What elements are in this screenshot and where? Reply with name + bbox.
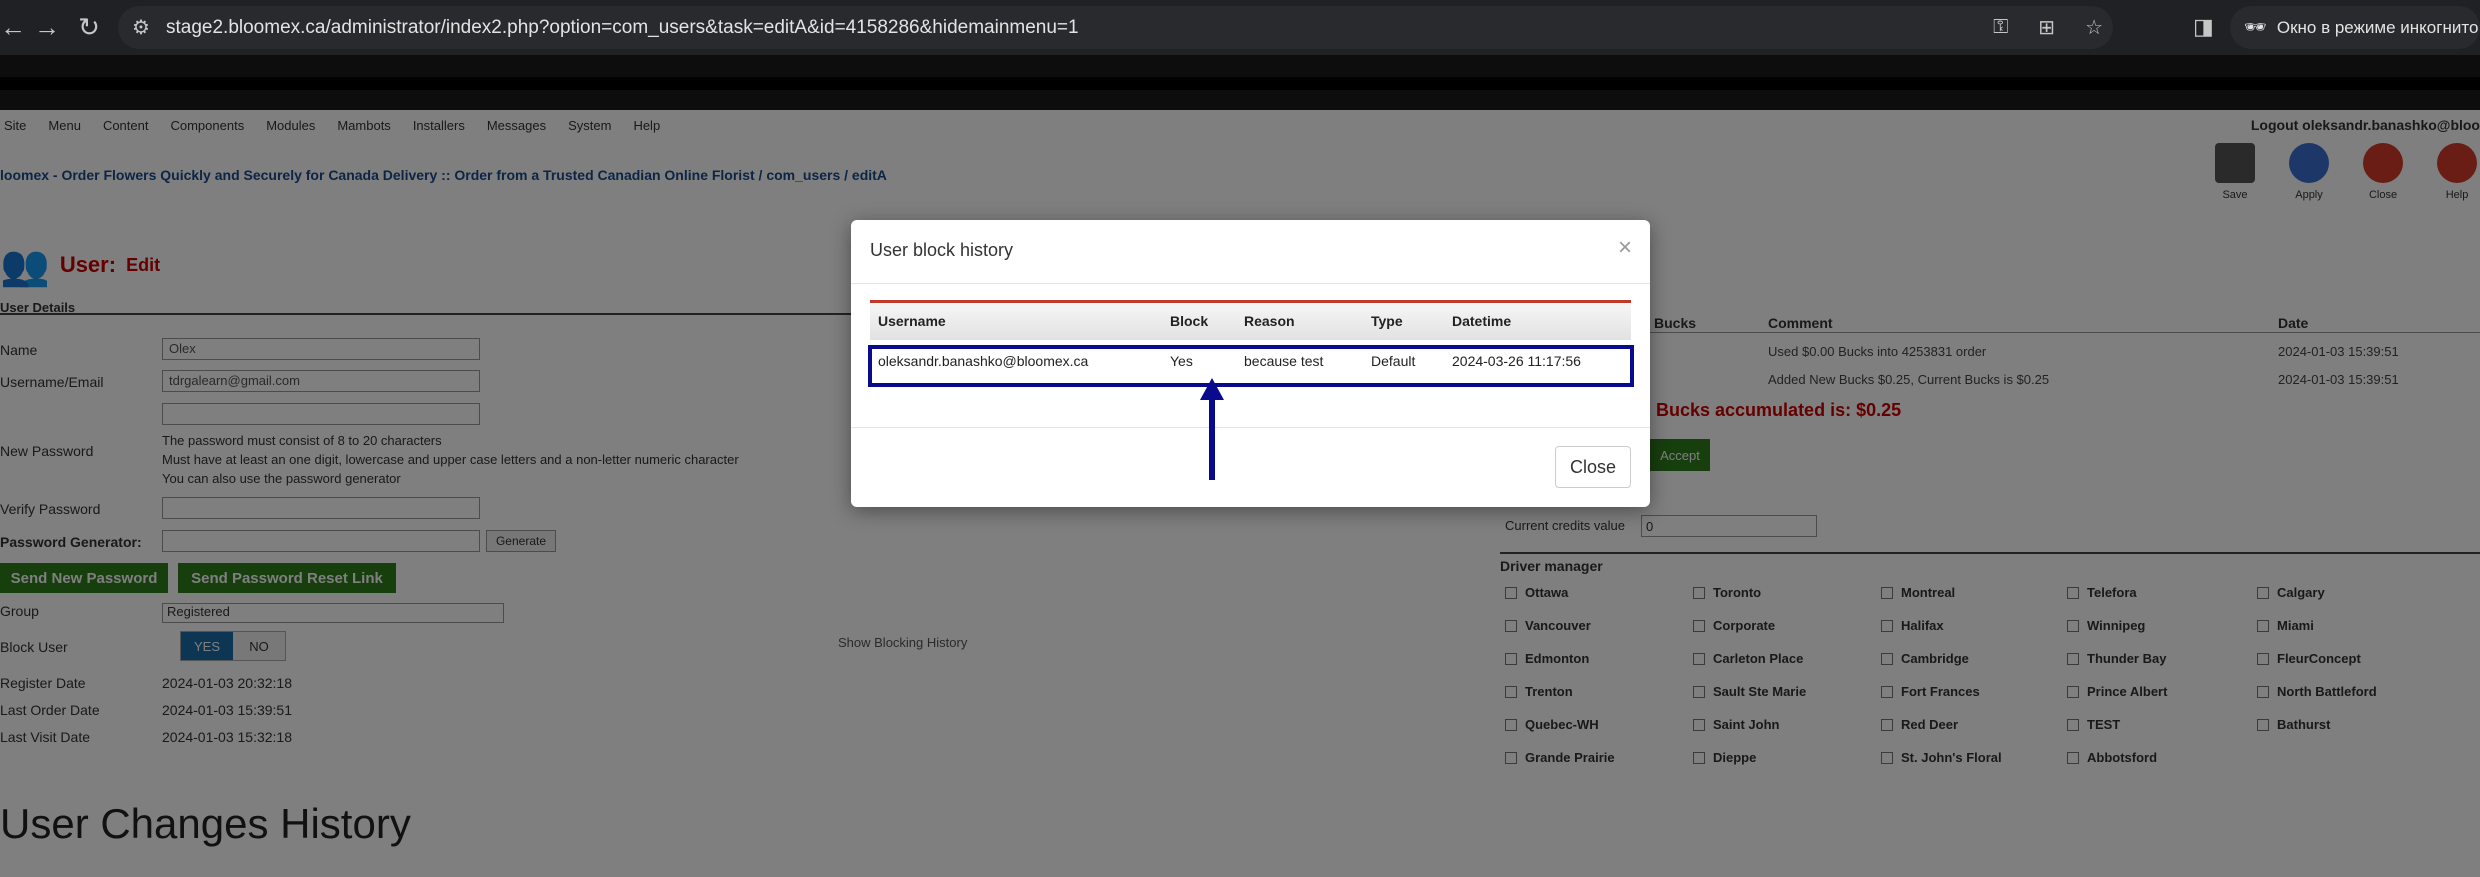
address-bar-actions: ⚿ ⊞ ☆ xyxy=(1993,6,2103,49)
incognito-label: Окно в режиме инкогнито xyxy=(2276,17,2479,37)
annotation-arrow-icon xyxy=(1200,378,1224,480)
key-icon[interactable]: ⚿ xyxy=(1993,16,2008,39)
row-highlight-annotation xyxy=(868,345,1634,387)
incognito-badge[interactable]: 🕶 Окно в режиме инкогнито xyxy=(2230,6,2480,49)
url-text[interactable]: stage2.bloomex.ca/administrator/index2.p… xyxy=(166,17,1079,39)
browser-chrome: ← → ↻ ⚙ stage2.bloomex.ca/administrator/… xyxy=(0,0,2480,55)
type-col-header: Type xyxy=(1371,313,1403,329)
reload-icon[interactable]: ↻ xyxy=(76,12,102,43)
bookmark-star-icon[interactable]: ☆ xyxy=(2085,15,2103,40)
back-icon[interactable]: ← xyxy=(0,12,26,43)
modal-header: User block history × xyxy=(851,220,1650,284)
user-block-history-modal: User block history × Username Block Reas… xyxy=(851,220,1650,507)
block-col-header: Block xyxy=(1170,313,1209,329)
datetime-col-header: Datetime xyxy=(1452,313,1512,329)
table-header: Username Block Reason Type Datetime xyxy=(870,300,1631,340)
close-icon[interactable]: × xyxy=(1618,234,1632,262)
incognito-icon: 🕶 xyxy=(2244,17,2267,37)
forward-icon[interactable]: → xyxy=(34,12,60,43)
browser-nav: ← → ↻ xyxy=(0,12,102,43)
username-col-header: Username xyxy=(878,313,946,329)
site-settings-icon[interactable]: ⚙ xyxy=(132,15,158,40)
reason-col-header: Reason xyxy=(1244,313,1295,329)
modal-title: User block history xyxy=(870,240,1014,260)
address-bar[interactable]: ⚙ stage2.bloomex.ca/administrator/index2… xyxy=(118,6,2113,49)
close-button[interactable]: Close xyxy=(1555,446,1631,488)
modal-footer: Close xyxy=(851,427,1650,507)
translate-icon[interactable]: ⊞ xyxy=(2038,15,2055,40)
side-panel-icon[interactable]: ◨ xyxy=(2193,14,2214,40)
